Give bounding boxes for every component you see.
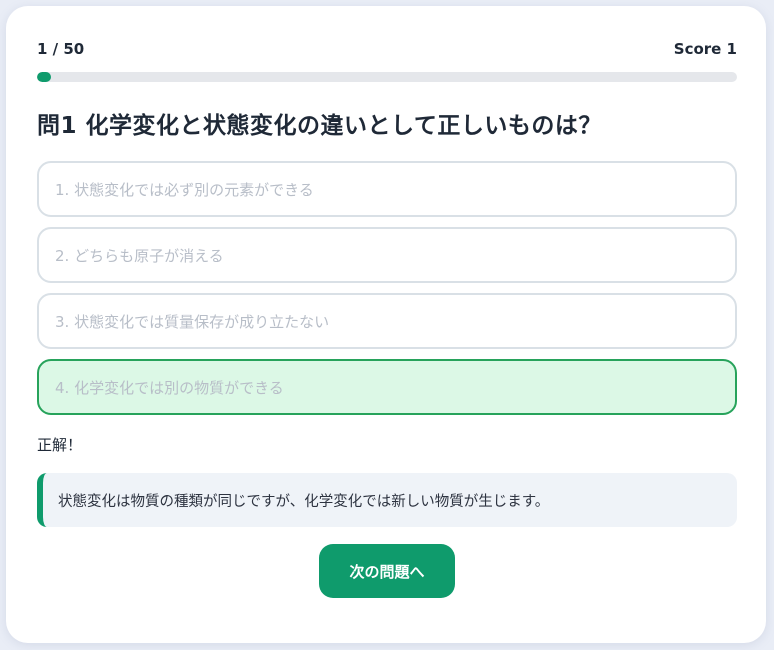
question-counter: 1 / 50 (37, 40, 85, 58)
answer-option-4[interactable]: 4. 化学変化では別の物質ができる (37, 359, 737, 415)
question-text: 問1 化学変化と状態変化の違いとして正しいものは？ (37, 113, 602, 139)
progress-fill (37, 72, 51, 82)
answer-option-1[interactable]: 1. 状態変化では必ず別の元素ができる (37, 161, 737, 217)
answer-option-label: 2. どちらも原子が消える (55, 246, 224, 265)
result-message: 正解！ (37, 436, 83, 454)
answer-option-3[interactable]: 3. 状態変化では質量保存が成り立たない (37, 293, 737, 349)
answer-option-label: 3. 状態変化では質量保存が成り立たない (55, 312, 330, 331)
answer-options: 1. 状態変化では必ず別の元素ができる 2. どちらも原子が消える 3. 状態変… (37, 161, 737, 425)
answer-option-2[interactable]: 2. どちらも原子が消える (37, 227, 737, 283)
explanation-text: 状態変化は物質の種類が同じですが、化学変化では新しい物質が生じます。 (58, 493, 550, 510)
quiz-header: 1 / 50 Score 1 (37, 39, 737, 59)
next-question-button[interactable]: 次の問題へ (319, 544, 455, 598)
score-display: Score 1 (673, 40, 737, 58)
answer-option-label: 1. 状態変化では必ず別の元素ができる (55, 180, 314, 199)
answer-option-label: 4. 化学変化では別の物質ができる (55, 378, 284, 397)
quiz-card: 1 / 50 Score 1 問1 化学変化と状態変化の違いとして正しいものは？… (6, 6, 766, 643)
explanation-box: 状態変化は物質の種類が同じですが、化学変化では新しい物質が生じます。 (37, 473, 737, 527)
progress-bar (37, 72, 737, 82)
